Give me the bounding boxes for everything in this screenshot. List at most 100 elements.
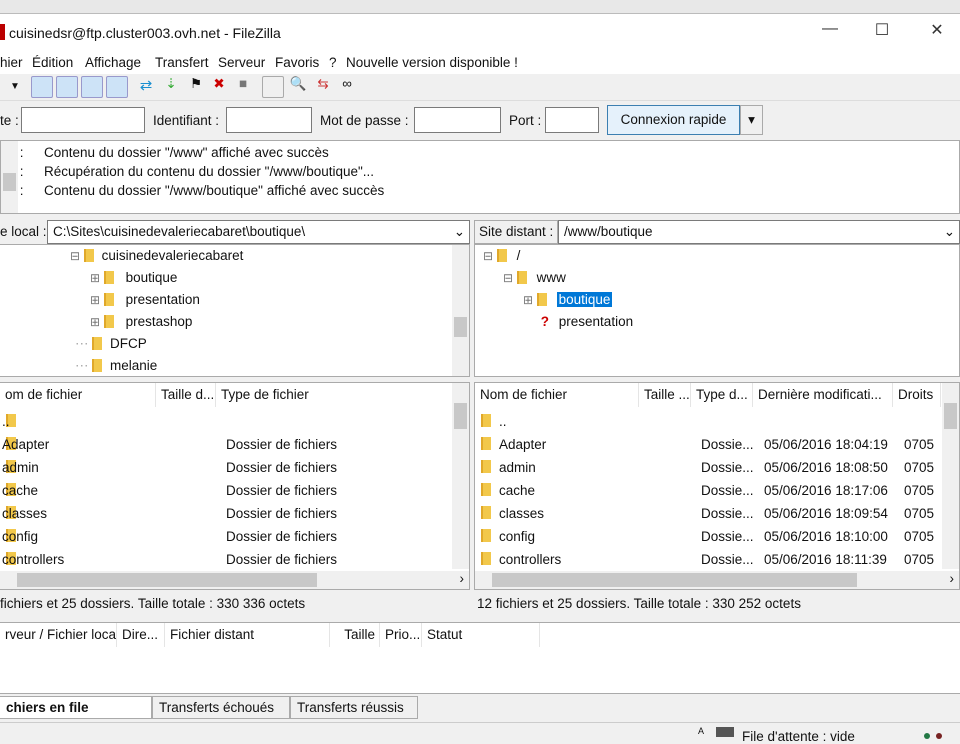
port-input[interactable] xyxy=(545,107,599,133)
minimize-button[interactable]: — xyxy=(815,20,845,46)
expand-icon[interactable]: ⊞ xyxy=(90,293,100,307)
refresh-icon[interactable]: ⇄ xyxy=(135,76,157,98)
log-scrollbar[interactable] xyxy=(1,141,18,213)
column-header[interactable]: Droits xyxy=(893,383,941,407)
file-row[interactable]: cache Dossier de fichiers xyxy=(2,480,444,502)
file-row[interactable]: .. xyxy=(479,411,919,433)
expand-icon[interactable]: ⊟ xyxy=(503,271,513,285)
queue-column-header[interactable]: Prio... xyxy=(380,623,422,647)
queue-column-header[interactable]: Fichier distant xyxy=(165,623,330,647)
menu-affichage[interactable]: Affichage xyxy=(85,55,141,70)
tree-item[interactable]: ? presentation xyxy=(523,314,633,336)
queue-column-header[interactable]: Dire... xyxy=(117,623,165,647)
file-row[interactable]: controllers Dossie... 05/06/2016 18:11:39 0… xyxy=(479,549,934,571)
local-tree-scrollbar[interactable] xyxy=(452,245,469,376)
unknown-icon: ? xyxy=(540,314,550,329)
tree-item[interactable]: ⊞ presentation xyxy=(90,292,200,314)
reconnect-icon[interactable]: ■ xyxy=(232,76,254,98)
menu-fichier[interactable]: hier xyxy=(0,55,23,70)
file-row[interactable]: classes Dossier de fichiers xyxy=(2,503,444,525)
message-log: tut :Contenu du dossier "/www" affiché a… xyxy=(0,140,960,214)
menu-new-version[interactable]: Nouvelle version disponible ! xyxy=(346,55,518,70)
tree-item[interactable]: ⋯ DFCP xyxy=(75,336,147,358)
column-header[interactable]: Taille d... xyxy=(156,383,216,407)
tree-item[interactable]: ⊞ prestashop xyxy=(90,314,192,336)
local-list-hscroll[interactable]: › xyxy=(0,571,469,589)
process-queue-icon[interactable]: ⇣ xyxy=(160,76,182,98)
expand-icon[interactable]: ⊞ xyxy=(90,271,100,285)
tree-item[interactable]: ⊞ boutique xyxy=(523,292,613,314)
column-header[interactable]: Type d... xyxy=(691,383,753,407)
expand-icon[interactable]: ⊞ xyxy=(523,293,533,307)
file-type: Dossie... xyxy=(701,483,754,498)
file-name: admin xyxy=(499,460,536,475)
chevron-down-icon[interactable]: ⌄ xyxy=(454,224,465,240)
quickconnect-dropdown[interactable]: ▾ xyxy=(740,105,763,135)
chevron-down-icon[interactable]: ⌄ xyxy=(944,224,955,240)
tree-item[interactable]: ⊟ www xyxy=(503,270,566,292)
remote-tree: ⊟ / ⊟ www ⊞ boutique ? presentation xyxy=(474,244,960,377)
file-type: Dossier de fichiers xyxy=(226,483,338,498)
file-row[interactable]: Adapter Dossie... 05/06/2016 18:04:19 0705 xyxy=(479,434,934,456)
file-row[interactable]: classes Dossie... 05/06/2016 18:09:54 0705 xyxy=(479,503,934,525)
file-row[interactable]: config Dossier de fichiers xyxy=(2,526,444,548)
quickconnect-button[interactable]: Connexion rapide xyxy=(607,105,740,135)
toolbar: ▼ ⇄ ⇣ ⚑ ✖ ■ 🔍 ⇆ ∞ xyxy=(0,74,960,100)
toggle-local-tree-icon[interactable] xyxy=(56,76,78,98)
host-input[interactable] xyxy=(21,107,145,133)
file-row[interactable]: Adapter Dossier de fichiers xyxy=(2,434,444,456)
queue-column-header[interactable]: Statut xyxy=(422,623,540,647)
password-input[interactable] xyxy=(414,107,501,133)
search-icon[interactable]: 🔍 xyxy=(287,76,309,98)
menu-serveur[interactable]: Serveur xyxy=(218,55,265,70)
file-row[interactable]: .. xyxy=(2,411,444,433)
column-header[interactable]: Type de fichier xyxy=(216,383,456,407)
disconnect-icon[interactable]: ✖ xyxy=(208,76,230,98)
local-list-vscroll[interactable] xyxy=(452,383,469,569)
column-header[interactable]: om de fichier xyxy=(0,383,156,407)
user-input[interactable] xyxy=(226,107,312,133)
remote-list-vscroll[interactable] xyxy=(942,383,959,569)
tab-successful-transfers[interactable]: Transferts réussis xyxy=(290,696,418,719)
file-name: classes xyxy=(499,506,545,521)
binoculars-icon[interactable]: ∞ xyxy=(336,76,358,98)
queue-column-header[interactable]: rveur / Fichier local xyxy=(0,623,117,647)
tree-item[interactable]: ⊟ cuisinedevaleriecabaret xyxy=(70,248,243,270)
status-bar: A File d'attente : vide xyxy=(0,722,960,744)
toggle-queue-icon[interactable] xyxy=(106,76,128,98)
expand-icon[interactable]: ⊟ xyxy=(70,249,80,263)
tree-item[interactable]: ⊞ boutique xyxy=(90,270,177,292)
queue-column-header[interactable]: Taille xyxy=(330,623,380,647)
column-header[interactable]: Taille ... xyxy=(639,383,691,407)
file-type: Dossie... xyxy=(701,552,754,567)
filter-icon[interactable] xyxy=(262,76,284,98)
maximize-button[interactable]: ☐ xyxy=(867,20,897,46)
site-manager-dropdown-icon[interactable]: ▼ xyxy=(4,76,26,98)
column-header[interactable]: Nom de fichier xyxy=(475,383,639,407)
menu-transfert[interactable]: Transfert xyxy=(155,55,209,70)
menu-favoris[interactable]: Favoris xyxy=(275,55,319,70)
tab-queued-files[interactable]: chiers en file d'attente xyxy=(0,696,152,737)
file-row[interactable]: admin Dossie... 05/06/2016 18:08:50 0705 xyxy=(479,457,934,479)
file-row[interactable]: admin Dossier de fichiers xyxy=(2,457,444,479)
toggle-log-icon[interactable] xyxy=(31,76,53,98)
cancel-icon[interactable]: ⚑ xyxy=(185,76,207,98)
compare-icon[interactable]: ⇆ xyxy=(312,76,334,98)
menu-help[interactable]: ? xyxy=(329,55,337,70)
file-row[interactable]: controllers Dossier de fichiers xyxy=(2,549,444,571)
expand-icon[interactable]: ⊟ xyxy=(483,249,493,263)
tree-item[interactable]: ⊟ / xyxy=(483,248,520,270)
remote-list-hscroll[interactable]: › xyxy=(475,571,959,589)
tree-item[interactable]: ⋯ melanie xyxy=(75,358,157,380)
toggle-remote-tree-icon[interactable] xyxy=(81,76,103,98)
filezilla-icon xyxy=(0,24,5,40)
remote-path-combo[interactable]: /www/boutique ⌄ xyxy=(558,220,960,244)
column-header[interactable]: Dernière modificati... xyxy=(753,383,893,407)
file-row[interactable]: config Dossie... 05/06/2016 18:10:00 0705 xyxy=(479,526,934,548)
tab-failed-transfers[interactable]: Transferts échoués xyxy=(152,696,290,719)
local-path-combo[interactable]: C:\Sites\cuisinedevaleriecabaret\boutiqu… xyxy=(47,220,470,244)
expand-icon[interactable]: ⊞ xyxy=(90,315,100,329)
close-button[interactable]: ✕ xyxy=(922,20,952,46)
menu-edition[interactable]: Édition xyxy=(32,55,73,70)
file-row[interactable]: cache Dossie... 05/06/2016 18:17:06 0705 xyxy=(479,480,934,502)
